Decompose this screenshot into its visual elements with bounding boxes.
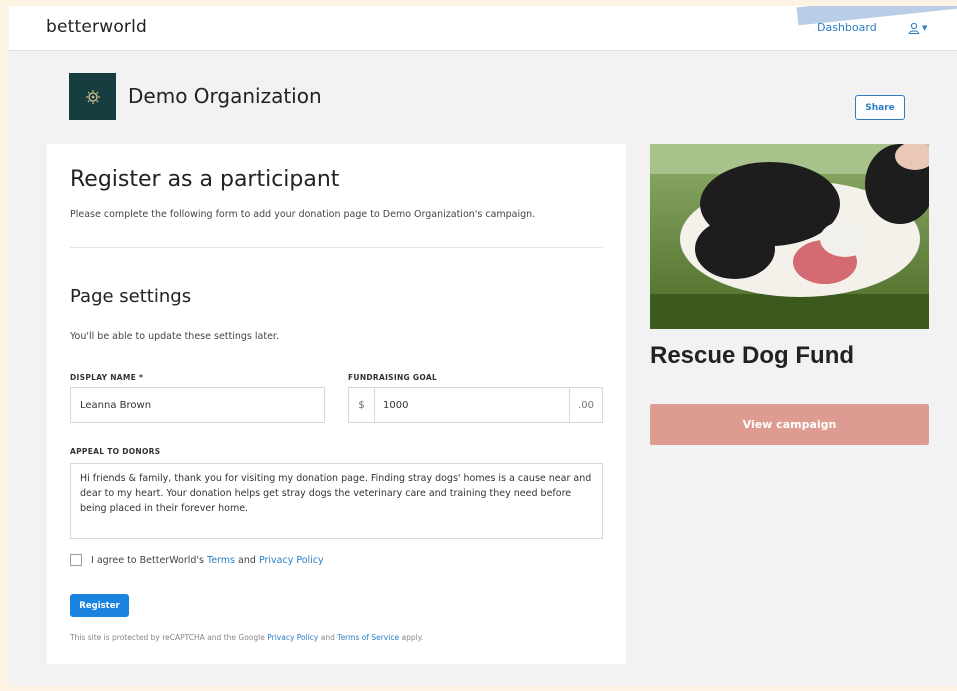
dashboard-link[interactable]: Dashboard xyxy=(817,21,877,34)
currency-prefix: $ xyxy=(349,388,375,422)
goal-input-group: $ .00 xyxy=(348,387,603,423)
form-intro: Please complete the following form to ad… xyxy=(70,209,536,220)
recaptcha-notice: This site is protected by reCAPTCHA and … xyxy=(70,633,423,642)
google-privacy-link[interactable]: Privacy Policy xyxy=(267,633,318,642)
display-name-field[interactable] xyxy=(70,387,325,423)
cents-suffix: .00 xyxy=(569,388,602,422)
user-icon xyxy=(908,22,920,34)
divider xyxy=(70,247,603,248)
user-menu[interactable]: ▼ xyxy=(908,20,930,36)
campaign-image xyxy=(650,144,929,329)
recaptcha-prefix: This site is protected by reCAPTCHA and … xyxy=(70,633,265,642)
share-button[interactable]: Share xyxy=(855,95,905,120)
display-name-label: DISPLAY NAME * xyxy=(70,373,144,382)
agree-and: and xyxy=(238,554,256,566)
view-campaign-button[interactable]: View campaign xyxy=(650,404,929,445)
emblem-icon xyxy=(85,89,100,104)
dog-photo-placeholder xyxy=(650,144,929,329)
section-title: Page settings xyxy=(70,286,192,307)
goal-label: FUNDRAISING GOAL xyxy=(348,373,438,382)
goal-field[interactable] xyxy=(375,388,569,422)
appeal-field[interactable]: Hi friends & family, thank you for visit… xyxy=(70,463,603,539)
privacy-policy-link[interactable]: Privacy Policy xyxy=(259,555,324,566)
agree-prefix: I agree to BetterWorld's xyxy=(91,554,204,566)
org-logo xyxy=(69,73,116,120)
recaptcha-suffix: apply. xyxy=(401,633,424,642)
section-subtitle: You'll be able to update these settings … xyxy=(70,331,279,342)
appeal-label: APPEAL TO DONORS xyxy=(70,447,161,456)
registration-card: Register as a participant Please complet… xyxy=(47,144,626,664)
register-button[interactable]: Register xyxy=(70,594,129,617)
agree-checkbox[interactable] xyxy=(70,554,82,566)
chevron-down-icon: ▼ xyxy=(922,24,928,32)
logo[interactable]: betterworld xyxy=(46,17,147,37)
agree-text: I agree to BetterWorld's Terms and Priva… xyxy=(91,555,324,566)
agree-row: I agree to BetterWorld's Terms and Priva… xyxy=(70,554,324,566)
campaign-title: Rescue Dog Fund xyxy=(650,342,855,369)
page: betterworld Dashboard ▼ Demo Organizatio… xyxy=(9,6,957,686)
terms-link[interactable]: Terms xyxy=(207,555,235,566)
recaptcha-and: and xyxy=(320,633,335,642)
google-terms-link[interactable]: Terms of Service xyxy=(337,633,399,642)
page-title: Register as a participant xyxy=(70,167,340,192)
org-name: Demo Organization xyxy=(128,84,322,108)
